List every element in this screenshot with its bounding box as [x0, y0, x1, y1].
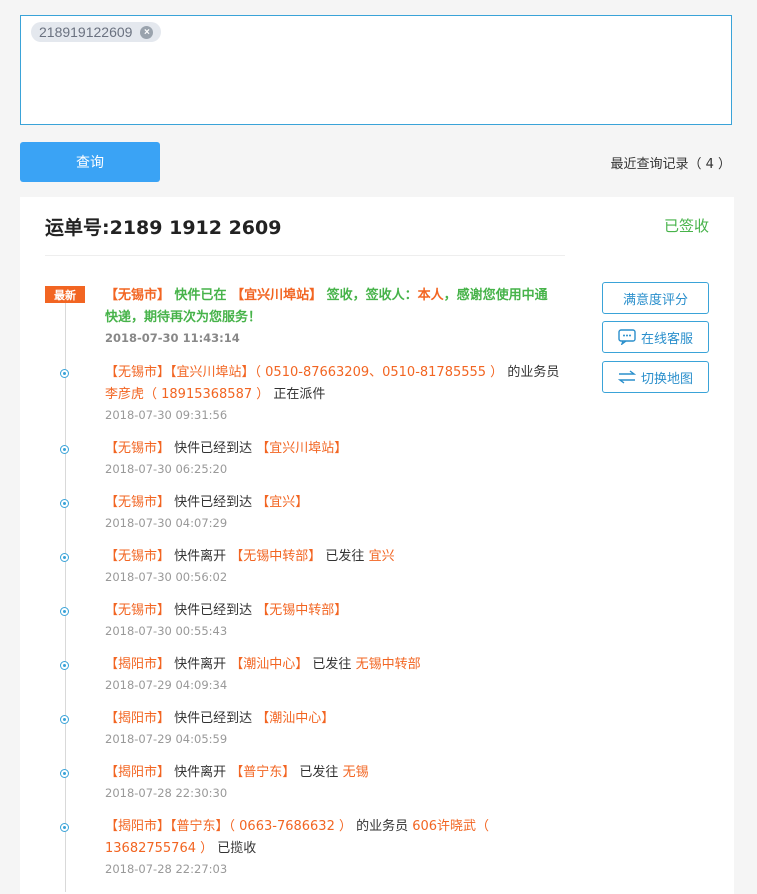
- timeline-dot: [60, 607, 69, 616]
- event-description: 【揭阳市】 快件已经到达 【潮汕中心】: [105, 711, 335, 726]
- event-description: 【揭阳市】【普宁东】（ 0663-7686632 ） 的业务员 606许晓武（ …: [105, 819, 490, 856]
- event-time: 2018-07-28 22:27:03: [105, 862, 228, 876]
- event-description: 【揭阳市】 快件离开 【潮汕中心】 已发往 无锡中转部: [105, 657, 421, 672]
- timeline-dot: [60, 553, 69, 562]
- switch-map-label: 切换地图: [640, 371, 693, 387]
- timeline-event: 【无锡市】 快件已经到达 【宜兴】 2018-07-30 04:07:29: [105, 492, 560, 530]
- recent-queries-link[interactable]: 最近查询记录（ 4 ）: [610, 153, 731, 172]
- latest-badge: 最新: [45, 286, 85, 303]
- divider: [45, 255, 565, 256]
- event-time: 2018-07-30 09:31:56: [105, 408, 228, 422]
- timeline-event: 【无锡市】【宜兴川埠站】（ 0510-87663209、0510-8178555…: [105, 362, 560, 422]
- timeline-event-latest: 【无锡市】 快件已在 【宜兴川埠站】 签收，签收人：本人，感谢您使用中通快递，期…: [105, 285, 560, 345]
- timeline-dot: [60, 499, 69, 508]
- event-description: 【无锡市】 快件已在 【宜兴川埠站】 签收，签收人：本人，感谢您使用中通快递，期…: [105, 288, 548, 325]
- timeline-event: 【无锡市】 快件已经到达 【宜兴川埠站】 2018-07-30 06:25:20: [105, 438, 560, 476]
- timeline-event: 【揭阳市】 快件离开 【潮汕中心】 已发往 无锡中转部 2018-07-29 0…: [105, 654, 560, 692]
- waybill-tag[interactable]: 218919122609 ×: [31, 22, 162, 42]
- timeline-event: 【无锡市】 快件离开 【无锡中转部】 已发往 宜兴 2018-07-30 00:…: [105, 546, 560, 584]
- event-time: 2018-07-29 04:05:59: [105, 732, 228, 746]
- timeline-event: 【揭阳市】【普宁东】（ 0663-7686632 ） 的业务员 606许晓武（ …: [105, 816, 560, 876]
- event-description: 【无锡市】 快件已经到达 【宜兴川埠站】: [105, 441, 348, 456]
- event-time: 2018-07-30 00:55:43: [105, 624, 228, 638]
- event-time: 2018-07-30 11:43:14: [105, 331, 240, 345]
- timeline-dot: [60, 769, 69, 778]
- event-time: 2018-07-29 04:09:34: [105, 678, 228, 692]
- query-button[interactable]: 查询: [20, 142, 160, 182]
- timeline-event: 【揭阳市】 快件离开 【普宁东】 已发往 无锡 2018-07-28 22:30…: [105, 762, 560, 800]
- timeline-event: 【揭阳市】 快件已经到达 【潮汕中心】 2018-07-29 04:05:59: [105, 708, 560, 746]
- event-time: 2018-07-30 06:25:20: [105, 462, 228, 476]
- event-time: 2018-07-28 22:30:30: [105, 786, 228, 800]
- event-description: 【无锡市】 快件已经到达 【无锡中转部】: [105, 603, 348, 618]
- satisfaction-rating-button[interactable]: 满意度评分: [602, 282, 709, 314]
- waybill-number: 运单号:2189 1912 2609: [45, 217, 282, 239]
- event-time: 2018-07-30 04:07:29: [105, 516, 228, 530]
- timeline-line: [65, 292, 66, 892]
- timeline-dot: [60, 369, 69, 378]
- online-service-button[interactable]: 在线客服: [602, 321, 709, 353]
- remove-tag-icon[interactable]: ×: [140, 25, 154, 39]
- chat-icon: [618, 329, 636, 345]
- status-badge: 已签收: [663, 217, 709, 235]
- timeline-event: 【无锡市】 快件已经到达 【无锡中转部】 2018-07-30 00:55:43: [105, 600, 560, 638]
- waybill-input-box[interactable]: 218919122609 ×: [20, 15, 732, 125]
- event-description: 【无锡市】 快件已经到达 【宜兴】: [105, 495, 309, 510]
- swap-arrows-icon: [617, 370, 636, 384]
- timeline-dot: [60, 445, 69, 454]
- tracking-result-card: 运单号:2189 1912 2609 已签收 最新 【无锡市】 快件已在 【宜兴…: [20, 197, 734, 894]
- online-service-label: 在线客服: [640, 331, 693, 347]
- event-description: 【无锡市】 快件离开 【无锡中转部】 已发往 宜兴: [105, 549, 395, 564]
- switch-map-button[interactable]: 切换地图: [602, 361, 709, 393]
- timeline-dot: [60, 661, 69, 670]
- waybill-tag-label: 218919122609: [39, 24, 133, 40]
- event-description: 【揭阳市】 快件离开 【普宁东】 已发往 无锡: [105, 765, 369, 780]
- satisfaction-rating-label: 满意度评分: [622, 292, 688, 308]
- timeline-dot: [60, 715, 69, 724]
- timeline-dot: [60, 823, 69, 832]
- event-description: 【无锡市】【宜兴川埠站】（ 0510-87663209、0510-8178555…: [105, 365, 560, 402]
- event-time: 2018-07-30 00:56:02: [105, 570, 228, 584]
